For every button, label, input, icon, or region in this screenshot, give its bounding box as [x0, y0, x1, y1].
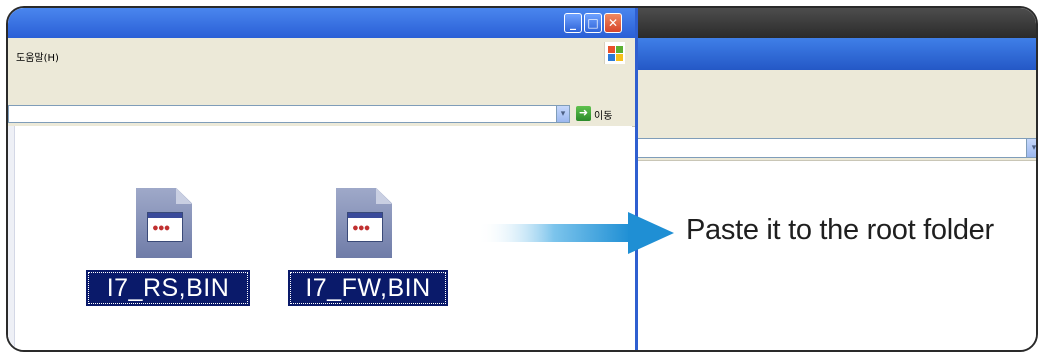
maximize-button[interactable]: □	[584, 13, 602, 33]
close-button[interactable]: ✕	[604, 13, 622, 33]
go-label: 이동	[594, 111, 613, 122]
source-window: _ □ ✕ 도움말(H) ▾ ➜ 이동 ●●● I7_RS,BIN ●●● I7…	[8, 8, 638, 350]
close-icon: ✕	[607, 16, 619, 30]
source-toolbar	[8, 72, 635, 103]
file-icon[interactable]: ●●●	[136, 188, 192, 258]
destination-toolbar	[636, 106, 1036, 134]
go-arrow-icon: ➜	[576, 106, 591, 121]
dropdown-arrow-icon[interactable]: ▾	[556, 105, 570, 123]
maximize-icon: □	[587, 16, 599, 30]
menu-item-help[interactable]: 도움말(H)	[16, 49, 59, 64]
destination-address-bar: ▾	[636, 134, 1036, 161]
paste-instruction: Paste it to the root folder	[686, 214, 994, 246]
arrow-icon	[478, 212, 674, 254]
minimize-icon: _	[570, 16, 576, 30]
screenshot-frame: ▾ Paste it to the root folder _ □ ✕ 도움말(…	[6, 6, 1038, 352]
destination-address-input[interactable]	[636, 138, 1030, 158]
destination-title-bar-active	[636, 38, 1036, 96]
dropdown-arrow-icon[interactable]: ▾	[1026, 138, 1036, 158]
file-item-label[interactable]: I7_FW,BIN	[288, 270, 448, 306]
destination-window: ▾ Paste it to the root folder	[636, 8, 1036, 350]
source-menu-bar: 도움말(H)	[8, 38, 635, 72]
side-pane-edge	[8, 126, 15, 350]
file-item-label[interactable]: I7_RS,BIN	[86, 270, 250, 306]
file-icon[interactable]: ●●●	[336, 188, 392, 258]
minimize-button[interactable]: _	[564, 13, 582, 33]
source-address-input[interactable]	[8, 105, 568, 123]
destination-menu-bar	[636, 70, 1036, 107]
destination-title-bar	[636, 8, 1036, 38]
source-address-bar: ▾ ➜ 이동	[8, 102, 635, 127]
windows-logo-icon	[604, 42, 625, 64]
source-title-bar: _ □ ✕	[8, 8, 635, 38]
go-button[interactable]: ➜ 이동	[576, 105, 626, 123]
